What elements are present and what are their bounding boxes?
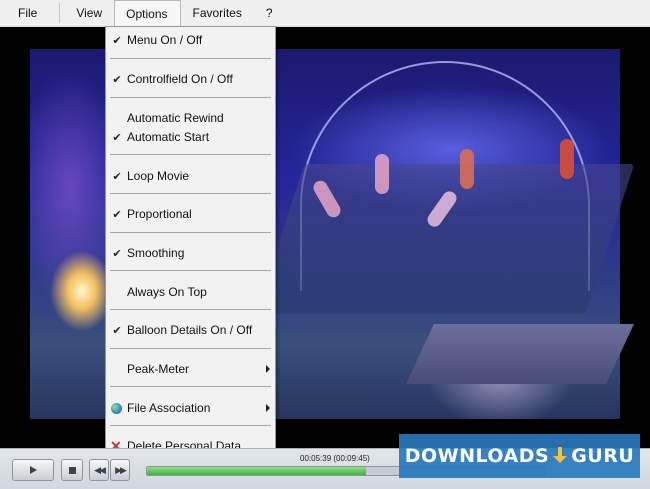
menu-separator	[110, 58, 271, 59]
menu-item-label: Smoothing	[127, 246, 185, 260]
menu-item-file-association[interactable]: File Association	[106, 398, 275, 418]
rewind-button[interactable]: ◀◀	[89, 459, 109, 481]
play-icon	[29, 466, 37, 474]
menu-item-label: Loop Movie	[127, 169, 190, 183]
menu-favorites[interactable]: Favorites	[181, 0, 256, 27]
rewind-icon: ◀◀	[94, 464, 106, 475]
stop-button[interactable]	[61, 459, 83, 481]
menu-separator	[110, 386, 271, 387]
menu-item-label: Always On Top	[127, 285, 207, 299]
fast-forward-icon: ▶▶	[115, 464, 127, 475]
options-dropdown: ✔ Menu On / Off ✔ Controlfield On / Off …	[105, 26, 276, 459]
menu-separator	[110, 232, 271, 233]
menu-item-label: Menu On / Off	[127, 33, 203, 47]
menu-item-automatic-rewind[interactable]: Automatic Rewind	[106, 108, 275, 128]
globe-icon	[111, 402, 122, 414]
watermark-right-text: GURU	[571, 445, 635, 467]
menu-item-peak-meter[interactable]: Peak-Meter	[106, 359, 275, 379]
menu-view[interactable]: View	[60, 0, 114, 27]
menu-item-smoothing[interactable]: ✔ Smoothing	[106, 243, 275, 263]
menu-separator	[110, 154, 271, 155]
menu-separator	[110, 97, 271, 98]
video-figure	[375, 154, 389, 194]
download-arrow-icon	[553, 447, 568, 465]
checkmark-icon: ✔	[112, 131, 122, 144]
checkmark-icon: ✔	[112, 34, 122, 47]
menu-item-label: Peak-Meter	[127, 362, 190, 376]
menu-help[interactable]: ?	[256, 0, 283, 27]
seek-bar-fill	[147, 467, 366, 475]
checkmark-icon: ✔	[112, 247, 122, 260]
video-platform-decoration	[406, 324, 634, 384]
submenu-arrow-icon	[266, 404, 270, 412]
menu-bar: File View Options Favorites ?	[0, 0, 650, 27]
checkmark-icon: ✔	[112, 208, 122, 221]
play-button[interactable]	[12, 459, 54, 481]
menu-separator	[110, 270, 271, 271]
video-figure	[460, 149, 474, 189]
watermark: DOWNLOADS GURU	[399, 434, 640, 478]
video-figure	[560, 139, 574, 179]
submenu-arrow-icon	[266, 365, 270, 373]
menu-item-label: File Association	[127, 401, 211, 415]
menu-separator	[110, 193, 271, 194]
time-display: 00:05:39 (00:09:45)	[300, 454, 370, 463]
watermark-left-text: DOWNLOADS	[404, 445, 550, 467]
stop-icon	[68, 466, 76, 474]
menu-item-controlfield-toggle[interactable]: ✔ Controlfield On / Off	[106, 69, 275, 89]
checkmark-icon: ✔	[112, 170, 122, 183]
menu-options[interactable]: Options	[114, 0, 181, 27]
menu-separator	[110, 309, 271, 310]
menu-item-automatic-start[interactable]: ✔ Automatic Start	[106, 127, 275, 147]
menu-separator	[110, 425, 271, 426]
fast-forward-button[interactable]: ▶▶	[110, 459, 130, 481]
menu-item-label: Automatic Rewind	[127, 111, 224, 125]
menu-item-label: Proportional	[127, 207, 192, 221]
video-area[interactable]	[0, 27, 650, 448]
checkmark-icon: ✔	[112, 324, 122, 337]
menu-item-label: Automatic Start	[127, 130, 210, 144]
menu-item-label: Controlfield On / Off	[127, 72, 233, 86]
menu-item-proportional[interactable]: ✔ Proportional	[106, 204, 275, 224]
menu-item-balloon-details[interactable]: ✔ Balloon Details On / Off	[106, 320, 275, 340]
menu-file[interactable]: File	[0, 0, 59, 27]
menu-item-label: Balloon Details On / Off	[127, 323, 253, 337]
menu-separator	[110, 348, 271, 349]
menu-item-loop-movie[interactable]: ✔ Loop Movie	[106, 166, 275, 186]
menu-item-always-on-top[interactable]: Always On Top	[106, 282, 275, 302]
checkmark-icon: ✔	[112, 73, 122, 86]
menu-item-menu-toggle[interactable]: ✔ Menu On / Off	[106, 30, 275, 50]
